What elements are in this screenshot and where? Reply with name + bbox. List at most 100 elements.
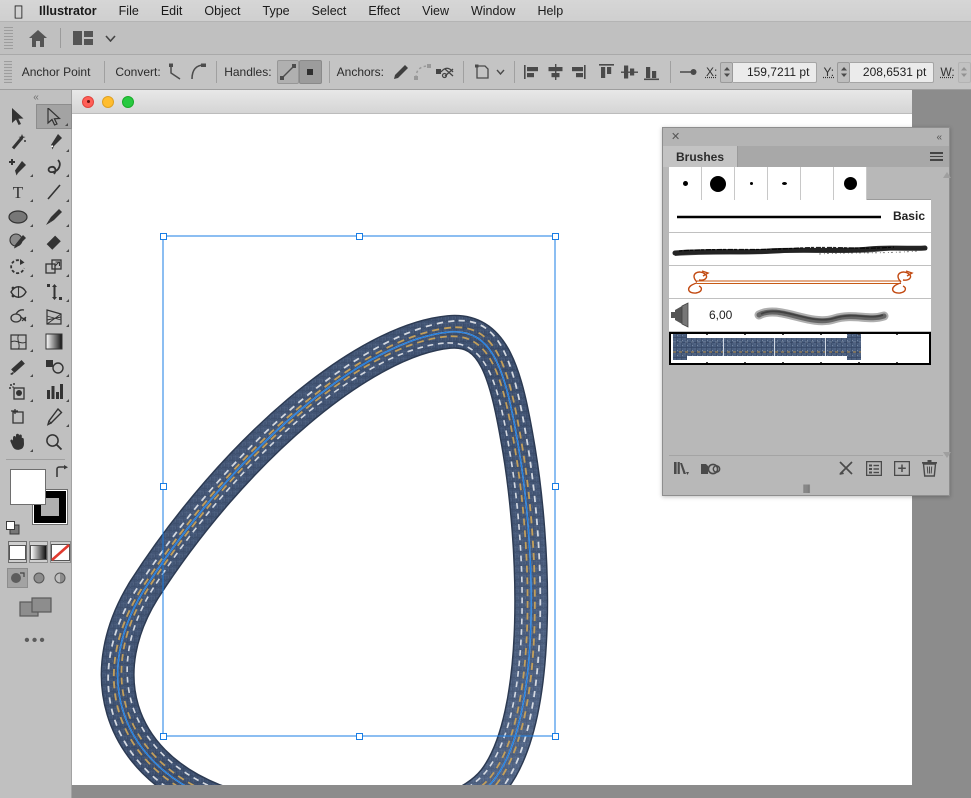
arrange-documents-button[interactable]: [66, 24, 100, 52]
menu-item-edit[interactable]: Edit: [150, 1, 194, 21]
art-brush-basic[interactable]: Basic: [669, 200, 931, 233]
shape-builder-tool[interactable]: [0, 304, 36, 329]
selection-handle-middle-right[interactable]: [552, 483, 559, 490]
width-tool[interactable]: [0, 279, 36, 304]
convert-to-corner-button[interactable]: [165, 60, 187, 84]
y-spinner[interactable]: [837, 61, 851, 83]
edit-toolbar-button[interactable]: •••: [0, 632, 71, 650]
calligraphic-brush-round[interactable]: [834, 167, 867, 200]
tab-brushes[interactable]: Brushes: [663, 146, 739, 167]
rotate-tool[interactable]: [0, 254, 36, 279]
calligraphic-brush-oval-2[interactable]: [768, 167, 801, 200]
options-of-selected-object-button[interactable]: [860, 457, 888, 481]
show-handles-button[interactable]: [276, 60, 300, 84]
home-button[interactable]: [21, 24, 55, 52]
y-coordinate-input[interactable]: 208,6531 pt: [850, 61, 935, 83]
scroll-up-icon[interactable]: [942, 171, 952, 179]
remove-brush-stroke-button[interactable]: [832, 457, 860, 481]
menu-item-view[interactable]: View: [411, 1, 460, 21]
brush-libraries-menu-button[interactable]: [669, 457, 697, 481]
arrange-dropdown-button[interactable]: [100, 24, 120, 52]
close-button[interactable]: [82, 95, 94, 108]
free-transform-tool[interactable]: [36, 279, 72, 304]
menu-item-file[interactable]: File: [108, 1, 150, 21]
zoom-tool[interactable]: [36, 429, 72, 454]
connect-anchors-button[interactable]: [411, 60, 433, 84]
eraser-tool[interactable]: [36, 229, 72, 254]
draw-inside-button[interactable]: [50, 568, 71, 588]
gradient-tool[interactable]: [36, 329, 72, 354]
hide-handles-button[interactable]: [299, 60, 322, 84]
change-screen-mode-button[interactable]: [0, 596, 71, 620]
minimize-button[interactable]: [102, 95, 114, 108]
curvature-tool[interactable]: [36, 154, 72, 179]
panel-menu-button[interactable]: [923, 146, 949, 167]
art-brush-charcoal[interactable]: [669, 233, 931, 266]
color-swatch-mode-button[interactable]: [8, 541, 27, 563]
eyedropper-tool[interactable]: [0, 354, 36, 379]
resize-grip[interactable]: ||||||||: [803, 483, 811, 493]
align-bottom-button[interactable]: [640, 60, 662, 84]
menu-item-type[interactable]: Type: [252, 1, 301, 21]
transform-reference-button[interactable]: [678, 60, 700, 84]
calligraphic-brush-3pt[interactable]: [669, 167, 702, 200]
selection-handle-bottom-right[interactable]: [552, 733, 559, 740]
selection-tool[interactable]: [0, 104, 36, 129]
direct-selection-tool[interactable]: [36, 104, 72, 129]
pattern-brush-denim[interactable]: [669, 332, 931, 365]
x-coordinate-input[interactable]: 159,7211 pt: [733, 61, 818, 83]
calligraphic-brush-10pt[interactable]: [702, 167, 735, 200]
scroll-down-icon[interactable]: [942, 451, 952, 459]
slice-tool[interactable]: [36, 404, 72, 429]
denim-pattern-brush-path[interactable]: [100, 314, 549, 798]
pen-tool[interactable]: [36, 129, 72, 154]
control-panel-grip[interactable]: [4, 61, 12, 83]
libraries-panel-button[interactable]: [697, 457, 725, 481]
hand-tool[interactable]: [0, 429, 36, 454]
align-right-button[interactable]: [566, 60, 588, 84]
shaper-tool[interactable]: [0, 229, 36, 254]
width-spinner[interactable]: [957, 61, 971, 83]
isolate-object-button[interactable]: [471, 60, 493, 84]
line-segment-tool[interactable]: [36, 179, 72, 204]
align-vertical-center-button[interactable]: [618, 60, 640, 84]
toolbar-grip[interactable]: [4, 27, 13, 49]
menu-item-object[interactable]: Object: [193, 1, 251, 21]
gradient-mode-button[interactable]: [29, 541, 48, 563]
symbol-sprayer-tool[interactable]: [0, 379, 36, 404]
calligraphic-brush-oval-1[interactable]: [735, 167, 768, 200]
none-mode-button[interactable]: [50, 541, 71, 563]
column-graph-tool[interactable]: [36, 379, 72, 404]
blend-tool[interactable]: [36, 354, 72, 379]
scale-tool[interactable]: [36, 254, 72, 279]
collapse-panel-icon[interactable]: «: [936, 132, 941, 143]
draw-behind-button[interactable]: [28, 568, 50, 588]
menu-item-select[interactable]: Select: [301, 1, 358, 21]
type-tool[interactable]: T: [0, 179, 36, 204]
magic-wand-tool[interactable]: [0, 129, 36, 154]
swap-fill-stroke-icon[interactable]: [55, 465, 69, 479]
ellipse-tool[interactable]: [0, 204, 36, 229]
art-brush-arrow[interactable]: [669, 266, 931, 299]
align-horizontal-center-button[interactable]: [544, 60, 566, 84]
close-icon[interactable]: ✕: [671, 131, 680, 143]
selection-handle-top-left[interactable]: [160, 233, 167, 240]
align-left-button[interactable]: [522, 60, 544, 84]
tools-panel-grip[interactable]: «: [0, 90, 71, 104]
add-anchor-point-tool[interactable]: [0, 154, 36, 179]
artboard-tool[interactable]: [0, 404, 36, 429]
menu-item-illustrator[interactable]: Illustrator: [39, 1, 108, 21]
menu-item-window[interactable]: Window: [460, 1, 526, 21]
menu-item-effect[interactable]: Effect: [357, 1, 411, 21]
selection-handle-bottom-left[interactable]: [160, 733, 167, 740]
align-top-button[interactable]: [596, 60, 618, 84]
default-fill-stroke-icon[interactable]: [6, 521, 20, 535]
remove-anchor-button[interactable]: [389, 60, 411, 84]
draw-normal-button[interactable]: [7, 568, 28, 588]
zoom-button[interactable]: [122, 95, 134, 108]
perspective-grid-tool[interactable]: [36, 304, 72, 329]
cut-path-at-anchor-button[interactable]: [434, 60, 456, 84]
selection-handle-bottom-center[interactable]: [356, 733, 363, 740]
selection-handle-top-center[interactable]: [356, 233, 363, 240]
menu-item-help[interactable]: Help: [526, 1, 574, 21]
